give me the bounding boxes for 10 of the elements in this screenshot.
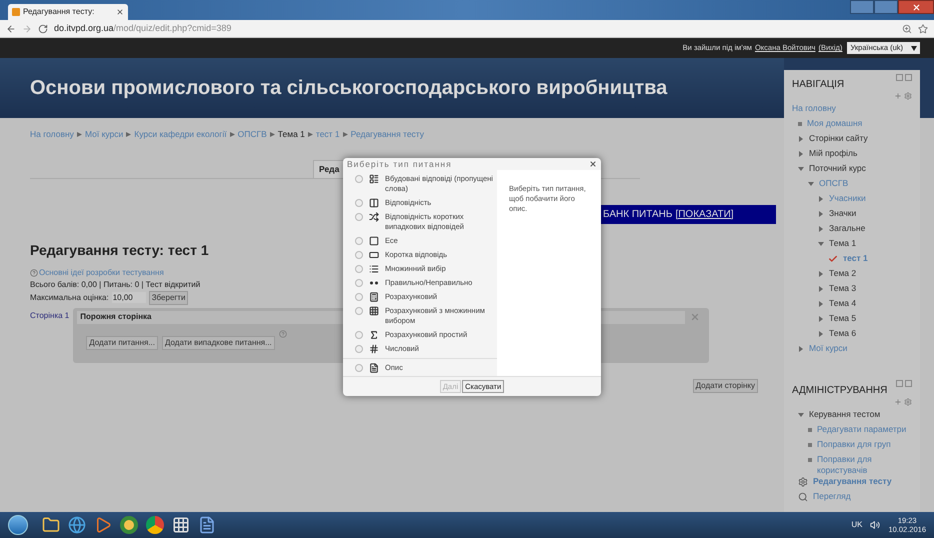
question-bank-label: БАНК ПИТАНЬ bbox=[603, 208, 672, 222]
quiz-heading: Редагування тесту: тест 1 bbox=[30, 240, 209, 260]
quiz-summary: Всього балів: 0,00 | Питань: 0 | Тест відкритий bbox=[30, 278, 200, 291]
dialog-title: Виберіть тип питання bbox=[347, 158, 452, 170]
block-title: АДМІНІСТРУВАННЯ bbox=[792, 384, 888, 398]
max-grade-label: Максимальна оцінка: bbox=[30, 292, 109, 304]
course-title: Основи промислового та сільськогосподарського виробництва bbox=[30, 76, 668, 101]
page-label: Сторінка 1 bbox=[30, 310, 70, 322]
tab-title: Редагування тесту: bbox=[23, 6, 94, 18]
block-title: НАВІГАЦІЯ bbox=[792, 78, 844, 92]
